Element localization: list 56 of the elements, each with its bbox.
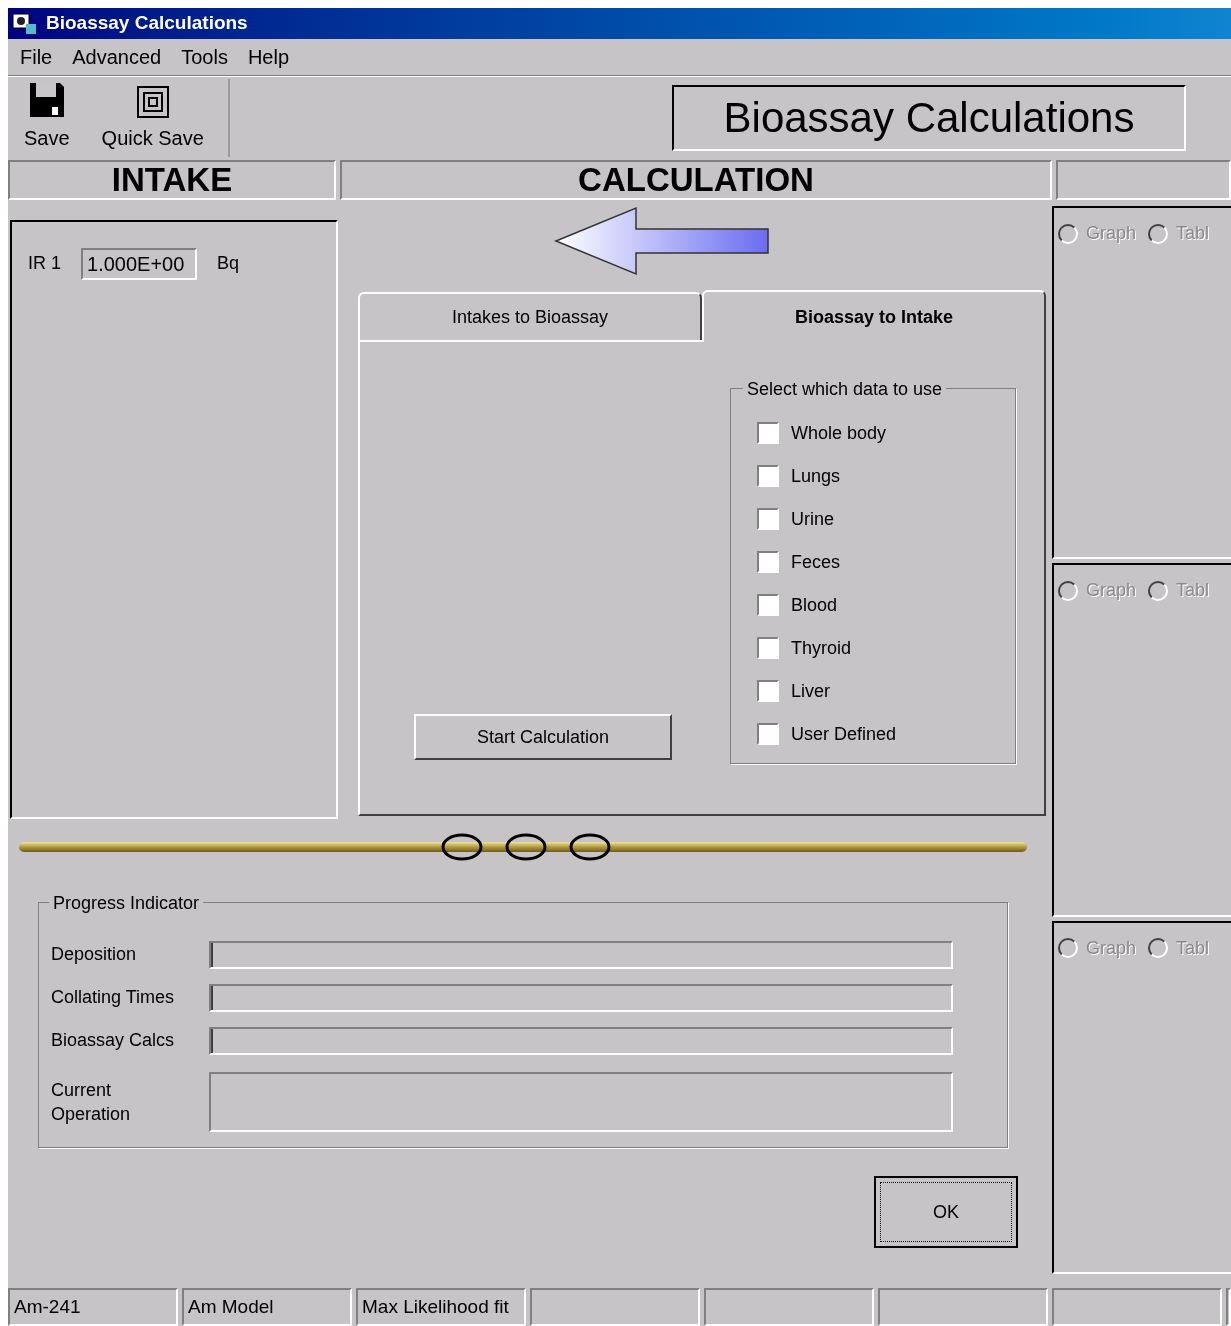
banner-title: Bioassay Calculations [672, 84, 1186, 151]
checkbox-label: Urine [791, 507, 834, 531]
menu-item[interactable]: File [20, 42, 53, 72]
menu-item[interactable]: Tools [181, 42, 228, 72]
radio-button[interactable] [1148, 938, 1169, 959]
radio-button[interactable] [1058, 938, 1078, 959]
window-title: Bioassay Calculations [46, 11, 248, 36]
checkbox[interactable] [757, 551, 779, 573]
checkbox[interactable] [757, 465, 779, 487]
checkbox-label: Liver [791, 679, 830, 703]
checkbox-label: Thyroid [791, 636, 852, 660]
radio-button[interactable] [1058, 580, 1078, 601]
checkbox-label: Feces [791, 550, 841, 574]
radio-button[interactable] [1058, 223, 1078, 244]
menu-item[interactable]: Advanced [72, 42, 162, 72]
radio-label: Graph [1086, 222, 1137, 245]
status-bar-panel: Am-241 [8, 1288, 178, 1326]
current-operation-label: Current Operation [51, 1079, 132, 1126]
progress-label: Deposition [51, 943, 138, 966]
radio-button[interactable] [1148, 223, 1169, 244]
tab[interactable]: Bioassay to Intake [702, 290, 1046, 342]
start-calculation-button[interactable]: Start Calculation [414, 714, 672, 760]
checkbox[interactable] [757, 422, 779, 444]
progress-label: Bioassay Calcs [51, 1029, 176, 1052]
status-bar-panel: Am Model [182, 1288, 352, 1326]
radio-label: Tabl [1176, 579, 1210, 603]
checkbox-label: Blood [791, 593, 838, 617]
section-header: CALCULATION [340, 160, 1052, 200]
intake-field[interactable]: 1.000E+00 [81, 248, 197, 280]
checkbox[interactable] [757, 594, 779, 616]
checkbox[interactable] [757, 723, 779, 745]
section-header: INTAKE [8, 160, 336, 200]
checkbox[interactable] [757, 508, 779, 530]
checkbox[interactable] [757, 637, 779, 659]
radio-label: Tabl [1176, 936, 1210, 960]
checkbox-label: Whole body [791, 421, 887, 445]
progress-label: Collating Times [51, 986, 176, 1009]
radio-label: Tabl [1176, 222, 1210, 245]
checkbox-label: User Defined [791, 722, 897, 746]
nested-squares-icon [135, 84, 170, 119]
left-arrow-icon [554, 206, 770, 276]
intake-label: IR 1 [28, 252, 61, 275]
ok-button[interactable]: OK [874, 1176, 1018, 1248]
radio-label: Graph [1086, 936, 1137, 960]
radio-label: Graph [1086, 579, 1137, 603]
radio-button[interactable] [1148, 580, 1169, 601]
menu-item[interactable]: Help [247, 42, 290, 72]
tab[interactable]: Intakes to Bioassay [358, 292, 702, 340]
app-icon [12, 11, 38, 36]
status-bar-panel [1226, 1288, 1231, 1326]
checkbox[interactable] [757, 680, 779, 702]
toolbar-button[interactable]: Save [8, 80, 86, 157]
toolbar-button[interactable]: Quick Save [85, 84, 220, 157]
status-bar-panel: Max Likelihood fit [356, 1288, 526, 1326]
unit-label: Bq [217, 252, 240, 275]
checkbox-label: Lungs [791, 464, 841, 488]
